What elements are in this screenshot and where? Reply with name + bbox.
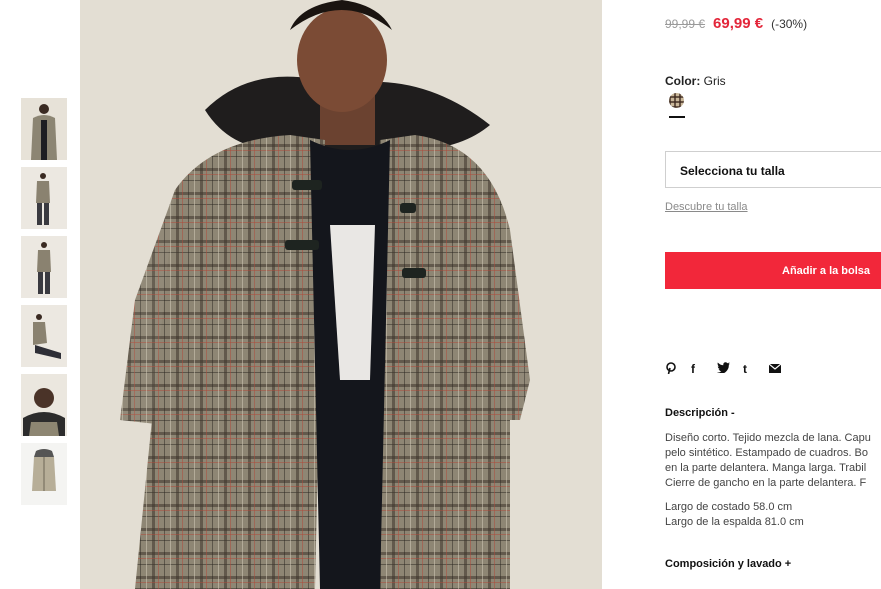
tumblr-icon[interactable]: t bbox=[743, 362, 769, 377]
price-block: 99,99 € 69,99 € (-30%) bbox=[665, 15, 807, 32]
discount-badge: (-30%) bbox=[771, 17, 808, 31]
pinterest-icon[interactable] bbox=[665, 362, 691, 377]
color-label-title: Color: bbox=[665, 74, 701, 88]
share-icons: f t bbox=[665, 362, 795, 377]
thumbnail-5[interactable] bbox=[21, 374, 67, 436]
description-line: pelo sintético. Estampado de cuadros. Bo bbox=[665, 447, 869, 459]
dimension-back-length: Largo de la espalda 81.0 cm bbox=[665, 516, 804, 528]
thumbnail-3[interactable] bbox=[21, 236, 67, 298]
description-line: en la parte delantera. Manga larga. Trab… bbox=[665, 462, 867, 474]
description-line: Cierre de gancho en la parte delantera. … bbox=[665, 477, 867, 489]
sale-price: 69,99 € bbox=[713, 15, 764, 32]
description-line: Diseño corto. Tejido mezcla de lana. Cap… bbox=[665, 432, 871, 444]
color-label: Color: Gris bbox=[665, 74, 726, 88]
color-value: Gris bbox=[703, 74, 726, 88]
original-price: 99,99 € bbox=[665, 17, 706, 31]
dimension-side-length: Largo de costado 58.0 cm bbox=[665, 501, 793, 513]
dimensions: Largo de costado 58.0 cm Largo de la esp… bbox=[665, 500, 804, 530]
facebook-icon[interactable]: f bbox=[691, 362, 717, 377]
add-to-bag-button[interactable]: Añadir a la bolsa bbox=[665, 252, 881, 289]
thumbnail-gallery bbox=[21, 98, 67, 512]
twitter-icon[interactable] bbox=[717, 362, 743, 377]
description-toggle[interactable]: Descripción - bbox=[665, 407, 735, 419]
selected-swatch-indicator bbox=[669, 116, 685, 118]
size-guide-link[interactable]: Descubre tu talla bbox=[665, 201, 748, 213]
email-icon[interactable] bbox=[768, 362, 795, 377]
composition-toggle[interactable]: Composición y lavado + bbox=[665, 558, 791, 570]
thumbnail-4[interactable] bbox=[21, 305, 67, 367]
thumbnail-6[interactable] bbox=[21, 443, 67, 505]
thumbnail-1[interactable] bbox=[21, 98, 67, 160]
thumbnail-2[interactable] bbox=[21, 167, 67, 229]
size-select[interactable]: Selecciona tu talla bbox=[665, 151, 881, 188]
product-main-image[interactable] bbox=[80, 0, 602, 589]
description-text: Diseño corto. Tejido mezcla de lana. Cap… bbox=[665, 431, 881, 491]
color-swatch-gris[interactable] bbox=[669, 93, 684, 108]
